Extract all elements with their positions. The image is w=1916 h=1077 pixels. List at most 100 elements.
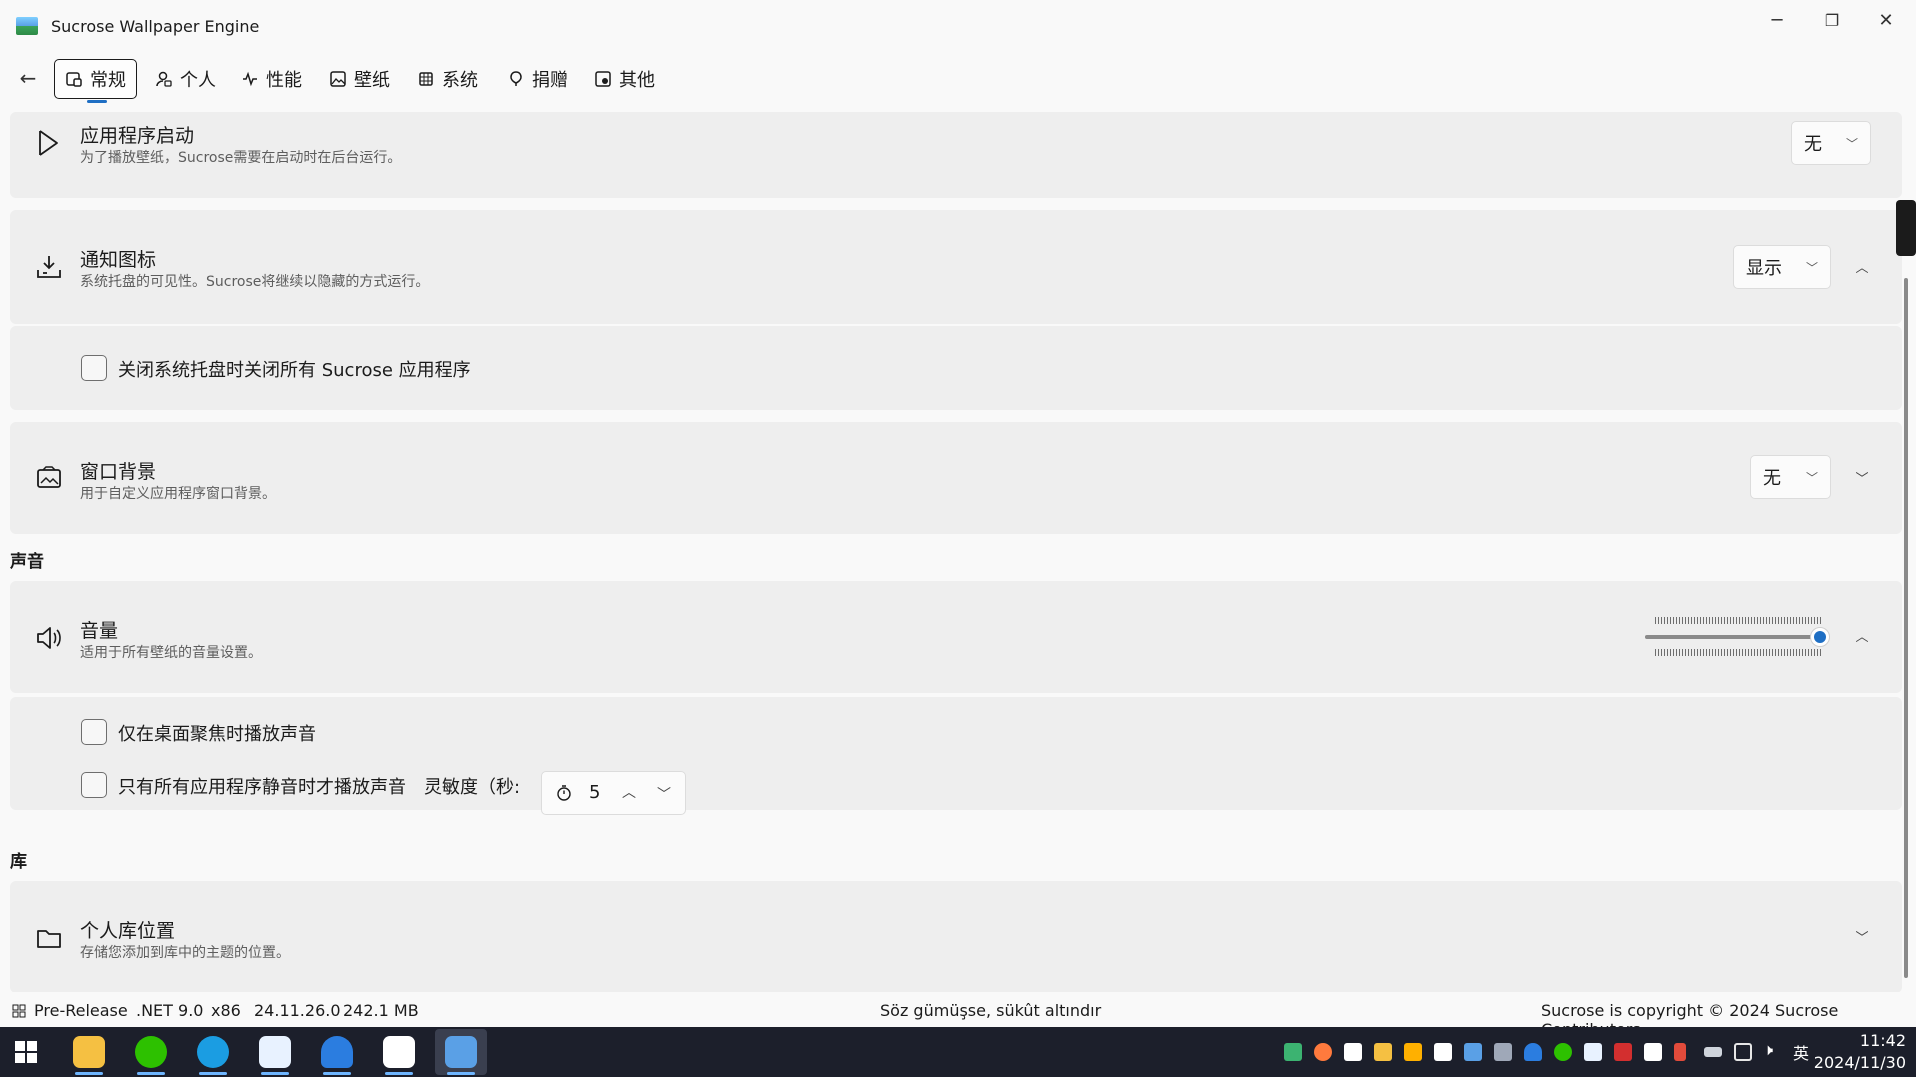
tray-wechat-icon[interactable] [1554, 1043, 1572, 1061]
release-channel-icon [12, 1003, 26, 1022]
startup-combo[interactable]: 无 ﹀ [1791, 121, 1871, 165]
tray-app-icon[interactable] [1584, 1043, 1602, 1061]
volume-slider-fill [1645, 635, 1820, 639]
library-location-card[interactable]: 个人库位置 存储您添加到库中的主题的位置。 ﹀ [10, 881, 1902, 992]
volume-slider-ticks-top [1655, 617, 1821, 624]
only-when-muted-checkbox[interactable] [81, 772, 107, 798]
title-bar: Sucrose Wallpaper Engine ─ ❐ ✕ [0, 0, 1916, 52]
tab-other[interactable]: 其他 [584, 59, 665, 99]
navigation-bar: ← 常规 个人 性能 壁纸 系统 捐赠 其他 [0, 56, 1916, 106]
network-icon[interactable] [1734, 1043, 1752, 1061]
onedrive-icon[interactable] [311, 1029, 363, 1075]
taskbar: 🕨 英 11:42 2024/11/30 [0, 1027, 1916, 1077]
clock-date: 2024/11/30 [1813, 1053, 1906, 1072]
tab-system[interactable]: 系统 [407, 59, 488, 99]
tray-onedrive-icon[interactable] [1524, 1043, 1542, 1061]
volume-card[interactable]: 音量 适用于所有壁纸的音量设置。 ︿ [10, 581, 1902, 693]
speaker-icon [34, 623, 64, 653]
app-version: 24.11.26.0 [254, 1001, 341, 1020]
vertical-scrollbar[interactable] [1904, 278, 1908, 978]
scrollbar-grip[interactable] [1896, 200, 1916, 256]
memory-usage: 242.1 MB [343, 1001, 419, 1020]
personal-icon [155, 70, 173, 88]
battery-icon[interactable] [1704, 1047, 1722, 1057]
close-button[interactable]: ✕ [1860, 4, 1912, 36]
sensitivity-stepper[interactable]: 5 ︿ ﹀ [541, 771, 686, 815]
tray-app-icon[interactable] [1644, 1043, 1662, 1061]
tray-card[interactable]: 通知图标 系统托盘的可见性。Sucrose将继续以隐藏的方式运行。 显示 ﹀ ︿ [10, 210, 1902, 324]
tray-app-icon[interactable] [1434, 1043, 1452, 1061]
tab-general[interactable]: 常规 [54, 59, 137, 99]
tray-sucrose-icon[interactable] [1464, 1043, 1482, 1061]
framework-version: .NET 9.0 [136, 1001, 204, 1020]
close-all-on-tray-close-label: 关闭系统托盘时关闭所有 Sucrose 应用程序 [118, 360, 471, 381]
chevron-down-icon[interactable]: ﹀ [1852, 467, 1872, 487]
wechat-icon[interactable] [125, 1029, 177, 1075]
startup-card: 应用程序启动 为了播放壁纸，Sucrose需要在启动时在后台运行。 无 ﹀ [10, 112, 1902, 198]
background-value: 无 [1763, 468, 1781, 489]
close-all-on-tray-close-checkbox[interactable] [81, 355, 107, 381]
quote: Söz gümüşse, sükût altındır [880, 1001, 1102, 1020]
sensitivity-label: 灵敏度（秒: [424, 777, 521, 798]
minimize-button[interactable]: ─ [1751, 4, 1803, 36]
play-icon [34, 128, 64, 158]
mute-icon[interactable]: 🕨 [1763, 1040, 1773, 1060]
chevron-down-icon: ﹀ [1805, 261, 1818, 275]
tray-app-icon[interactable] [1284, 1043, 1302, 1061]
settings-content[interactable]: 应用程序启动 为了播放壁纸，Sucrose需要在启动时在后台运行。 无 ﹀ 通知… [0, 112, 1916, 992]
app-icon [16, 17, 38, 35]
file-explorer-icon[interactable] [63, 1029, 115, 1075]
tray-folder-icon[interactable] [1374, 1043, 1392, 1061]
cloud-app-icon[interactable] [249, 1029, 301, 1075]
tray-app-icon[interactable] [1314, 1043, 1332, 1061]
background-title: 窗口背景 [80, 461, 157, 483]
performance-icon [241, 70, 259, 88]
tray-combo[interactable]: 显示 ﹀ [1733, 245, 1831, 289]
tab-general-label: 常规 [90, 70, 126, 91]
increment-button[interactable]: ︿ [622, 782, 636, 802]
desktop-focus-sound-checkbox[interactable] [81, 719, 107, 745]
tray-app-icon[interactable] [1614, 1043, 1632, 1061]
sensitivity-value: 5 [589, 782, 601, 803]
tray-app-icon[interactable] [1344, 1043, 1362, 1061]
tray-options-panel: 关闭系统托盘时关闭所有 Sucrose 应用程序 [10, 326, 1902, 410]
tray-value: 显示 [1746, 258, 1782, 279]
decrement-button[interactable]: ﹀ [657, 784, 671, 804]
tab-personal[interactable]: 个人 [145, 59, 226, 99]
tray-app-icon[interactable] [1494, 1043, 1512, 1061]
tab-donate-label: 捐赠 [532, 70, 568, 91]
volume-slider-thumb[interactable] [1810, 627, 1830, 647]
donate-icon [507, 70, 525, 88]
library-location-title: 个人库位置 [80, 920, 176, 942]
chevron-down-icon[interactable]: ﹀ [1852, 926, 1872, 946]
volume-slider[interactable] [1645, 627, 1830, 647]
timer-icon [555, 784, 573, 806]
maximize-button[interactable]: ❐ [1806, 4, 1858, 36]
window-background-icon [34, 463, 64, 493]
folder-icon [34, 923, 64, 953]
tray-shield-icon[interactable] [1404, 1043, 1422, 1061]
clock[interactable]: 11:42 2024/11/30 [1814, 1030, 1906, 1074]
background-card[interactable]: 窗口背景 用于自定义应用程序窗口背景。 无 ﹀ ﹀ [10, 422, 1902, 534]
architecture: x86 [211, 1001, 241, 1020]
ime-indicator[interactable]: 英 [1793, 1040, 1809, 1064]
window-title: Sucrose Wallpaper Engine [51, 17, 260, 36]
tray-app-icon[interactable] [1674, 1043, 1686, 1061]
edge-icon[interactable] [187, 1029, 239, 1075]
background-desc: 用于自定义应用程序窗口背景。 [80, 486, 276, 502]
start-button[interactable] [0, 1029, 52, 1075]
tab-performance[interactable]: 性能 [231, 59, 312, 99]
background-combo[interactable]: 无 ﹀ [1750, 455, 1831, 499]
tab-performance-label: 性能 [266, 70, 302, 91]
volume-slider-ticks-bottom [1655, 649, 1821, 656]
back-button[interactable]: ← [16, 66, 40, 90]
tab-donate[interactable]: 捐赠 [497, 59, 578, 99]
tab-personal-label: 个人 [180, 70, 216, 91]
tab-wallpaper[interactable]: 壁纸 [319, 59, 400, 99]
status-bar: Pre-Release .NET 9.0 x86 24.11.26.0 242.… [0, 996, 1916, 1039]
chevron-up-icon[interactable]: ︿ [1852, 256, 1872, 276]
chevron-up-icon[interactable]: ︿ [1852, 625, 1872, 645]
startup-value: 无 [1804, 134, 1822, 155]
sucrose-taskbar-icon[interactable] [435, 1029, 487, 1075]
baidu-netdisk-icon[interactable] [373, 1029, 425, 1075]
